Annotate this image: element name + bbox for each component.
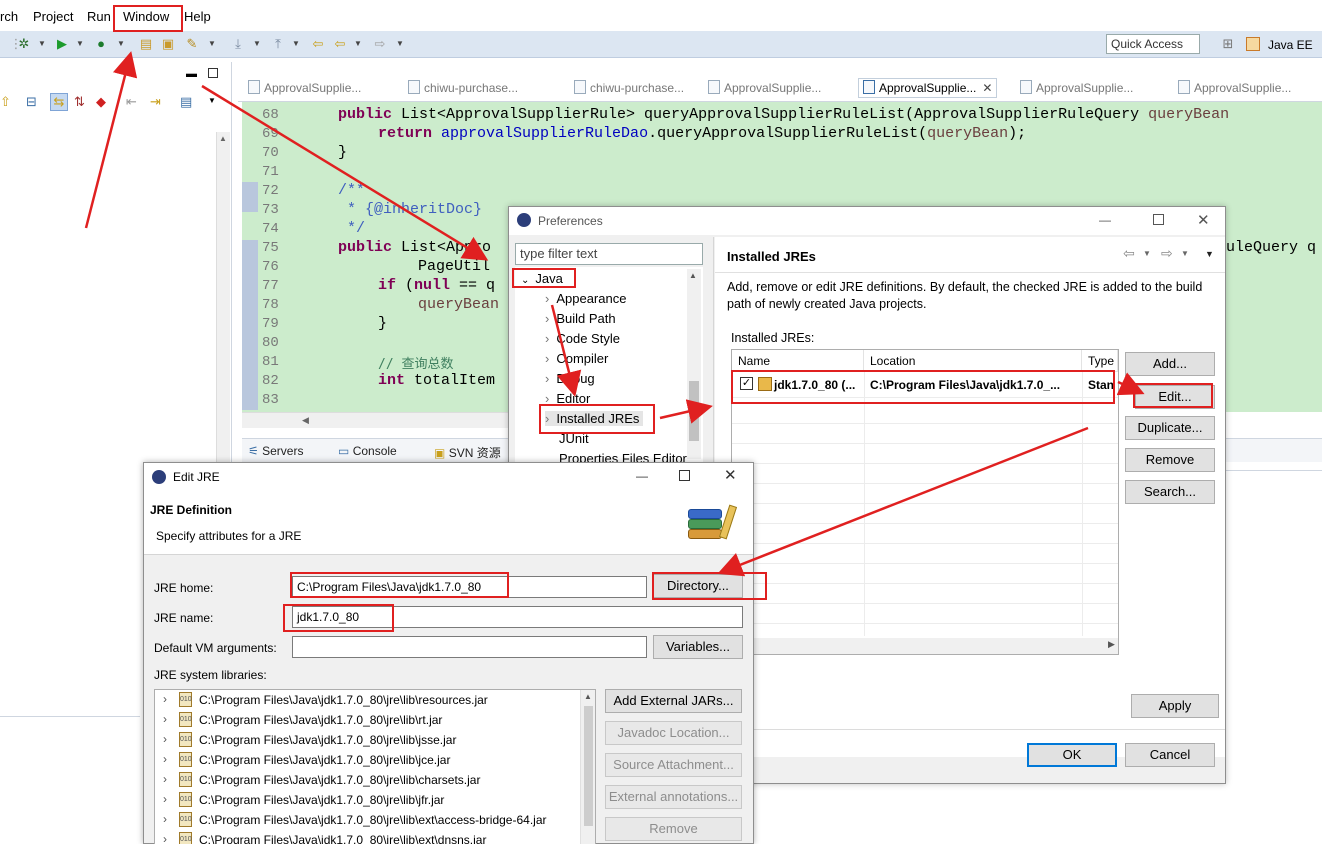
arrow <box>550 304 582 397</box>
arrow <box>84 51 138 229</box>
screen: rch Project Run Window Help ⋮ ✲ ▼ ▶ ▼ ● … <box>0 0 1322 844</box>
annotation-arrows <box>84 51 1145 577</box>
arrow <box>1116 372 1145 396</box>
arrow <box>201 84 489 261</box>
arrow <box>717 426 1089 577</box>
arrow <box>659 399 713 424</box>
